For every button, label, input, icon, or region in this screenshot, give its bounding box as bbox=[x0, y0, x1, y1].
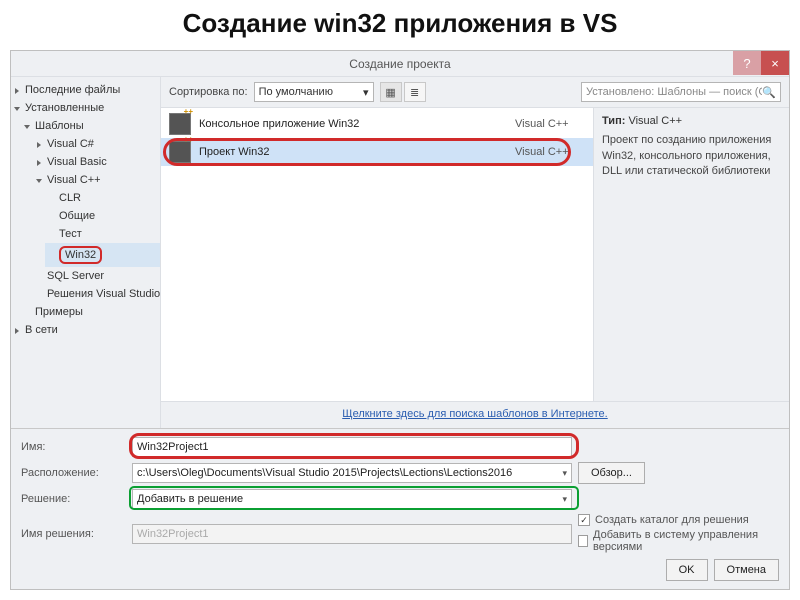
cancel-button[interactable]: Отмена bbox=[714, 559, 779, 581]
solution-name-label: Имя решения: bbox=[21, 528, 126, 540]
search-icon: 🔍 bbox=[762, 86, 776, 99]
tree-visual-cpp[interactable]: Visual C++ bbox=[33, 171, 160, 189]
tree-common[interactable]: Общие bbox=[45, 207, 160, 225]
tree-online[interactable]: В сети bbox=[11, 321, 160, 339]
tree-visual-csharp[interactable]: Visual C# bbox=[33, 135, 160, 153]
dialog-title: Создание проекта bbox=[11, 57, 789, 71]
template-win32-project[interactable]: Проект Win32 Visual C++ bbox=[161, 138, 593, 166]
tree-visual-basic[interactable]: Visual Basic bbox=[33, 153, 160, 171]
new-project-dialog: Создание проекта ? × Последние файлы Уст… bbox=[10, 50, 790, 590]
chevron-down-icon: ▾ bbox=[363, 86, 369, 99]
search-input[interactable]: Установлено: Шаблоны — поиск (Ctr 🔍 bbox=[581, 82, 781, 102]
type-label: Тип: bbox=[602, 115, 625, 127]
solution-combo[interactable]: Добавить в решение bbox=[132, 489, 572, 509]
close-button[interactable]: × bbox=[761, 51, 789, 75]
type-value: Visual C++ bbox=[628, 115, 682, 127]
solution-value: Добавить в решение bbox=[137, 493, 243, 505]
tree-vs-solutions[interactable]: Решения Visual Studio bbox=[33, 285, 160, 303]
tree-win32[interactable]: Win32 bbox=[45, 243, 160, 267]
cpp-project-icon bbox=[169, 141, 191, 163]
slide-title: Создание win32 приложения в VS bbox=[0, 0, 800, 45]
add-scm-label: Добавить в систему управления версиями bbox=[593, 529, 768, 553]
help-button[interactable]: ? bbox=[733, 51, 761, 75]
name-input[interactable]: Win32Project1 bbox=[132, 437, 572, 457]
cpp-project-icon bbox=[169, 113, 191, 135]
online-templates-link[interactable]: Щелкните здесь для поиска шаблонов в Инт… bbox=[342, 408, 607, 420]
type-description: Проект по созданию приложения Win32, кон… bbox=[602, 133, 781, 179]
template-name: Проект Win32 bbox=[199, 146, 507, 158]
template-lang: Visual C++ bbox=[515, 118, 585, 130]
create-dir-checkbox[interactable]: ✓ bbox=[578, 514, 590, 526]
tree-templates[interactable]: Шаблоны bbox=[21, 117, 160, 135]
highlight-win32: Win32 bbox=[59, 246, 102, 264]
titlebar: Создание проекта ? × bbox=[11, 51, 789, 77]
name-label: Имя: bbox=[21, 441, 126, 453]
template-name: Консольное приложение Win32 bbox=[199, 118, 507, 130]
location-input[interactable]: c:\Users\Oleg\Documents\Visual Studio 20… bbox=[132, 463, 572, 483]
browse-button[interactable]: Обзор... bbox=[578, 462, 645, 484]
view-grid-icon[interactable]: ▦ bbox=[380, 82, 402, 102]
tree-test[interactable]: Тест bbox=[45, 225, 160, 243]
sort-value: По умолчанию bbox=[259, 86, 333, 98]
sort-combo[interactable]: По умолчанию ▾ bbox=[254, 82, 374, 102]
solution-name-input: Win32Project1 bbox=[132, 524, 572, 544]
tree-installed[interactable]: Установленные bbox=[11, 99, 160, 117]
template-list: Консольное приложение Win32 Visual C++ П… bbox=[161, 108, 594, 401]
template-console-win32[interactable]: Консольное приложение Win32 Visual C++ bbox=[161, 110, 593, 138]
toolbar: Сортировка по: По умолчанию ▾ ▦ ≣ Устано… bbox=[161, 77, 789, 108]
tree-clr[interactable]: CLR bbox=[45, 189, 160, 207]
location-value: c:\Users\Oleg\Documents\Visual Studio 20… bbox=[137, 467, 512, 479]
tree-sql-server[interactable]: SQL Server bbox=[33, 267, 160, 285]
add-scm-checkbox[interactable] bbox=[578, 535, 588, 547]
tree-recent[interactable]: Последние файлы bbox=[11, 81, 160, 99]
tree-examples[interactable]: Примеры bbox=[21, 303, 160, 321]
location-label: Расположение: bbox=[21, 467, 126, 479]
create-dir-label: Создать каталог для решения bbox=[595, 514, 749, 526]
form-area: Имя: Win32Project1 Расположение: c:\User… bbox=[11, 428, 789, 589]
solution-label: Решение: bbox=[21, 493, 126, 505]
category-tree: Последние файлы Установленные Шаблоны Vi… bbox=[11, 77, 161, 428]
description-pane: Тип: Visual C++ Проект по созданию прило… bbox=[594, 108, 789, 401]
template-lang: Visual C++ bbox=[515, 146, 585, 158]
sort-label: Сортировка по: bbox=[169, 86, 248, 98]
search-placeholder: Установлено: Шаблоны — поиск (Ctr bbox=[586, 86, 762, 98]
ok-button[interactable]: OK bbox=[666, 559, 708, 581]
view-list-icon[interactable]: ≣ bbox=[404, 82, 426, 102]
